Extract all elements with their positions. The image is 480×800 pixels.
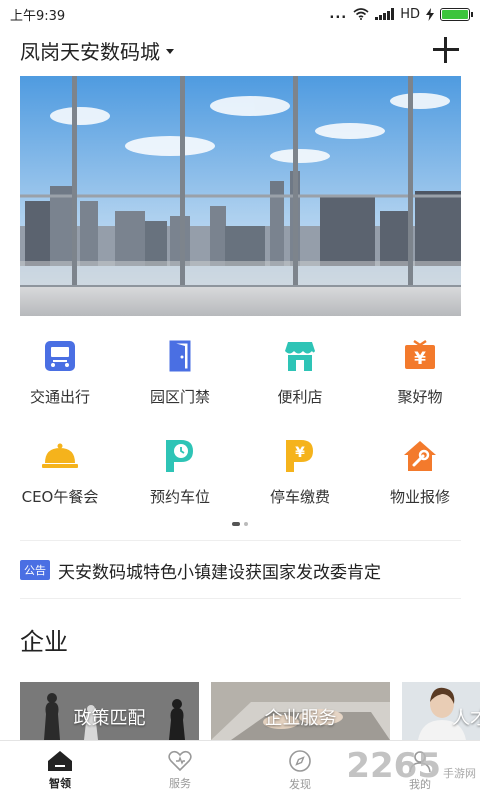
divider (20, 540, 461, 541)
status-dots: ... (329, 6, 348, 22)
tab-label: 发现 (289, 778, 311, 791)
service-access-control[interactable]: 园区门禁 (120, 336, 240, 436)
watermark-number: 2265 (346, 746, 441, 786)
service-label: 园区门禁 (149, 388, 210, 406)
parking-yen-icon: ¥ (280, 436, 320, 476)
grid-pager (0, 522, 480, 526)
service-property-repair[interactable]: 物业报修 (360, 436, 480, 536)
watermark: 2265 手游网 (346, 746, 476, 786)
caret-down-icon (166, 48, 174, 54)
announcement-badge: 公告 (20, 560, 50, 580)
parking-clock-icon (160, 436, 200, 476)
status-time: 上午9:39 (10, 8, 66, 24)
enterprise-cards: 政策匹配 企业服务 人才 (20, 682, 480, 740)
divider (20, 598, 461, 599)
card-enterprise-services[interactable]: 企业服务 (211, 682, 390, 740)
service-label: 交通出行 (29, 388, 90, 406)
signal-icon (375, 8, 395, 20)
banner-image (20, 76, 461, 316)
service-transport[interactable]: 交通出行 (0, 336, 120, 436)
card-label: 政策匹配 (73, 708, 146, 729)
service-goods[interactable]: ¥ 聚好物 (360, 336, 480, 436)
wifi-icon (353, 8, 369, 20)
compass-icon (289, 750, 311, 772)
service-store[interactable]: 便利店 (240, 336, 360, 436)
location-name: 凤岗天安数码城 (20, 39, 160, 64)
pager-dot-active (232, 522, 240, 526)
section-title: 企业 (20, 628, 68, 656)
announcement-bar[interactable]: 公告 天安数码城特色小镇建设获国家发改委肯定 (20, 556, 461, 584)
network-type: HD (400, 6, 420, 22)
announcement-text: 天安数码城特色小镇建设获国家发改委肯定 (58, 562, 381, 583)
status-icons: ... HD (329, 6, 473, 22)
cloche-icon (40, 436, 80, 476)
add-button[interactable] (432, 36, 460, 64)
service-grid: 交通出行 园区门禁 便利店 ¥ 聚好物 CEO午餐会 预约车位 ¥ 停车缴费 物… (0, 336, 480, 536)
service-label: 物业报修 (389, 488, 450, 506)
tab-label: 智领 (49, 777, 71, 790)
tab-label: 服务 (169, 777, 191, 790)
service-label: 便利店 (277, 388, 323, 406)
card-talent[interactable]: 人才 (402, 682, 480, 740)
bus-icon (40, 336, 80, 376)
header: 凤岗天安数码城 (0, 30, 480, 70)
status-bar: 上午9:39 ... HD (0, 0, 480, 28)
tab-services[interactable]: 服务 (120, 741, 240, 800)
tab-home[interactable]: 智领 (0, 741, 120, 800)
battery-icon (440, 7, 473, 21)
pager-dot (244, 522, 248, 526)
banner-carousel[interactable] (20, 76, 461, 316)
service-label: CEO午餐会 (21, 488, 99, 506)
door-icon (160, 336, 200, 376)
service-label: 聚好物 (397, 388, 443, 406)
service-label: 停车缴费 (269, 488, 330, 506)
service-parking-payment[interactable]: ¥ 停车缴费 (240, 436, 360, 536)
location-selector[interactable]: 凤岗天安数码城 (20, 36, 174, 65)
service-ceo-lunch[interactable]: CEO午餐会 (0, 436, 120, 536)
shop-icon (280, 336, 320, 376)
house-wrench-icon (400, 436, 440, 476)
svg-text:¥: ¥ (414, 349, 426, 369)
service-label: 预约车位 (149, 488, 210, 506)
charging-icon (426, 7, 434, 21)
svg-text:¥: ¥ (295, 445, 305, 461)
yen-box-icon: ¥ (400, 336, 440, 376)
tab-discover[interactable]: 发现 (240, 741, 360, 800)
card-label: 人才 (452, 708, 480, 729)
card-policy-matching[interactable]: 政策匹配 (20, 682, 199, 740)
home-icon (48, 751, 72, 771)
service-reserve-parking[interactable]: 预约车位 (120, 436, 240, 536)
watermark-text: 手游网 (443, 767, 476, 780)
heart-icon (168, 750, 192, 772)
card-label: 企业服务 (264, 708, 337, 729)
